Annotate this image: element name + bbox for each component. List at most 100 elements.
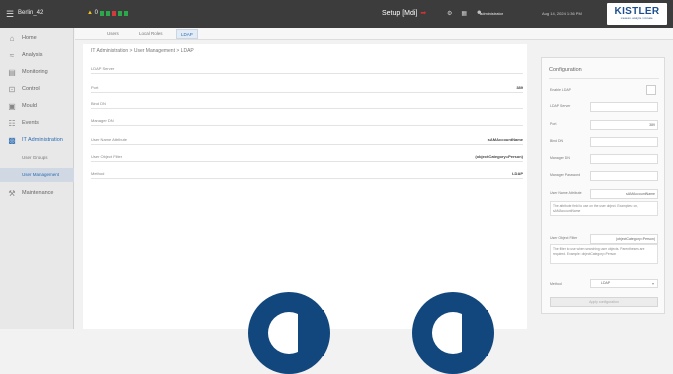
detail-key: Port [91, 85, 99, 90]
apply-configuration-button[interactable]: Apply configuration [550, 297, 658, 307]
sidebar-item-maintenance[interactable]: ⚒ Maintenance [0, 185, 74, 201]
user-name-attribute-input[interactable]: sAMAccountName [590, 189, 658, 199]
detail-key: Bind DN [91, 101, 106, 106]
user-name[interactable]: administrator [480, 11, 503, 16]
detail-value: LDAP [512, 171, 523, 176]
tab-bar: Users Local Roles LDAP [75, 28, 673, 40]
detail-row: Bind DN [91, 101, 523, 109]
status-light [100, 11, 104, 16]
detail-row: Manager DN [91, 118, 523, 126]
device-name[interactable]: Berlin_42 [18, 10, 43, 16]
kistler-logo: KISTLER measure. analyze. innovate. [607, 3, 667, 25]
clock: Aug 14, 2024 1:36 PM [542, 11, 582, 16]
detail-value: sAMAccountName [487, 137, 523, 142]
port-input[interactable]: 389 [590, 120, 658, 130]
sidebar-item-control[interactable]: ⊡ Control [0, 81, 74, 97]
ldap-server-input[interactable] [590, 102, 658, 112]
manager-password-label: Manager Password [550, 173, 581, 177]
manager-dn-input[interactable] [590, 154, 658, 164]
ldap-server-label: LDAP Server [550, 104, 571, 108]
detail-row: User Object Filter (objectCategory=Person… [91, 154, 523, 162]
tab-local-roles[interactable]: Local Roles [135, 29, 167, 39]
detail-value: (objectCategory=Person) [475, 154, 523, 159]
logo-tagline: measure. analyze. innovate. [620, 17, 654, 20]
menu-icon[interactable]: ☰ [6, 9, 14, 20]
enable-ldap-field: Enable LDAP [550, 86, 660, 96]
status-light [124, 11, 128, 16]
divider [549, 78, 659, 79]
sidebar-subitem-user-management[interactable]: User Management [0, 168, 74, 182]
events-icon: ☷ [8, 118, 16, 128]
sidebar-item-analysis[interactable]: ≈ Analysis [0, 47, 74, 63]
status-lights [100, 11, 128, 16]
sidebar-item-events[interactable]: ☷ Events [0, 115, 74, 131]
chart-icon: ≈ [9, 50, 15, 60]
bind-dn-input[interactable] [590, 137, 658, 147]
detail-row: Method LDAP [91, 171, 523, 179]
setup-mode[interactable]: Setup [Mdi] ➡ [382, 9, 426, 17]
tab-users[interactable]: Users [103, 29, 123, 39]
breadcrumb: IT Administration > User Management > LD… [91, 48, 194, 54]
sidebar-subitem-user-groups[interactable]: User Groups [0, 151, 74, 165]
setup-arrow-icon: ➡ [420, 10, 427, 17]
configuration-panel: Configuration Enable LDAP LDAP Server Po… [541, 57, 665, 314]
watermark-circle-left [248, 292, 330, 374]
sidebar-item-it-administration[interactable]: ▩ IT Administration [0, 132, 74, 148]
watermark-notch [298, 310, 324, 356]
settings-icon[interactable]: ⚙ [447, 10, 452, 17]
config-title: Configuration [549, 67, 582, 73]
grid-icon[interactable]: ▦ [461, 10, 467, 17]
port-field: Port 389 [550, 120, 660, 130]
detail-row: Port 389 [91, 85, 523, 93]
control-icon: ⊡ [8, 84, 16, 94]
enable-ldap-label: Enable LDAP [550, 88, 572, 92]
sidebar-item-label: Maintenance [22, 190, 54, 196]
setup-mode-label: Setup [Mdi] [382, 10, 418, 17]
sidebar-item-label: Mould [22, 103, 37, 109]
user-object-filter-input[interactable]: (objectCategory=Person) [590, 234, 658, 244]
sidebar-item-monitoring[interactable]: ▤ Monitoring [0, 64, 74, 80]
sidebar-item-label: IT Administration [22, 137, 63, 143]
watermark-notch [462, 310, 488, 356]
sidebar-item-label: Control [22, 86, 40, 92]
sidebar-item-label: Home [22, 35, 37, 41]
sidebar-item-home[interactable]: ⌂ Home [0, 30, 74, 46]
detail-key: Manager DN [91, 118, 114, 123]
detail-row: User Name Attribute sAMAccountName [91, 137, 523, 145]
tab-ldap[interactable]: LDAP [176, 29, 198, 39]
enable-ldap-checkbox[interactable] [646, 85, 656, 95]
alarm-count: 0 [94, 10, 98, 16]
warning-icon: ▲ [87, 10, 93, 16]
ldap-server-field: LDAP Server [550, 102, 660, 112]
user-name-attribute-label: User Name Attribute [550, 191, 582, 195]
detail-key: Method [91, 171, 105, 176]
sidebar-item-label: Analysis [22, 52, 43, 58]
monitor-icon: ▤ [8, 67, 16, 77]
port-label: Port [550, 122, 557, 126]
bind-dn-field: Bind DN [550, 137, 660, 147]
sidebar-item-label: Events [22, 120, 39, 126]
toolbar-icons: ⚙ ▦ ☻ [447, 10, 482, 17]
user-object-filter-field: User Object Filter (objectCategory=Person… [550, 234, 660, 244]
watermark-circle-right [412, 292, 494, 374]
chevron-down-icon: ▾ [651, 281, 654, 286]
user-object-filter-label: User Object Filter [550, 236, 578, 240]
mould-icon: ▣ [8, 101, 16, 111]
manager-dn-field: Manager DN [550, 154, 660, 164]
sidebar-item-label: Monitoring [22, 69, 48, 75]
user-name-attribute-field: User Name Attribute sAMAccountName [550, 189, 660, 199]
manager-password-field: Manager Password [550, 171, 660, 181]
method-select[interactable]: LDAP ▾ [590, 279, 658, 288]
manager-password-input[interactable] [590, 171, 658, 181]
status-light [118, 11, 122, 16]
user-object-filter-help: The filter to use when searching user ob… [550, 244, 658, 264]
alarm-indicator[interactable]: ▲ 0 [87, 10, 98, 16]
bind-dn-label: Bind DN [550, 139, 564, 143]
manager-dn-label: Manager DN [550, 156, 570, 160]
user-name-attribute-help: The attribute field to use on the user o… [550, 201, 658, 216]
main-content: IT Administration > User Management > LD… [83, 44, 527, 329]
detail-key: User Name Attribute [91, 137, 128, 142]
detail-row: LDAP Server [91, 66, 523, 74]
sidebar-item-mould[interactable]: ▣ Mould [0, 98, 74, 114]
top-bar: ☰ Berlin_42 ▲ 0 Setup [Mdi] ➡ ⚙ ▦ ☻ admin… [0, 0, 673, 28]
